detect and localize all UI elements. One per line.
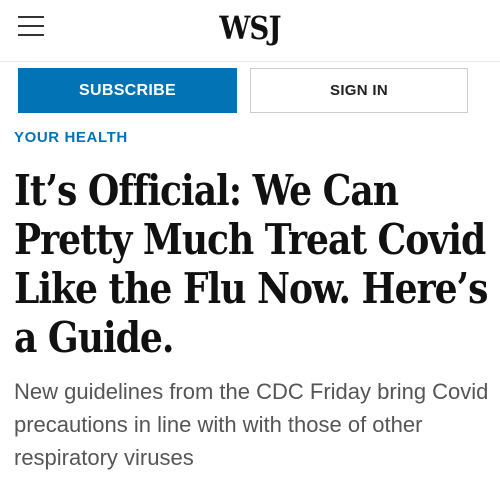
sign-in-button[interactable]: SIGN IN	[250, 68, 468, 113]
top-bar: WSJ	[0, 0, 500, 62]
article-dek: New guidelines from the CDC Friday bring…	[14, 379, 489, 470]
section-link-your-health[interactable]: YOUR HEALTH	[14, 129, 128, 146]
auth-buttons: SUBSCRIBE SIGN IN	[18, 68, 468, 113]
wsj-logo[interactable]: WSJ	[35, 8, 465, 48]
article-headline: It’s Official: We Can Pretty Much Treat …	[14, 166, 488, 362]
subscribe-button[interactable]: SUBSCRIBE	[18, 68, 237, 113]
